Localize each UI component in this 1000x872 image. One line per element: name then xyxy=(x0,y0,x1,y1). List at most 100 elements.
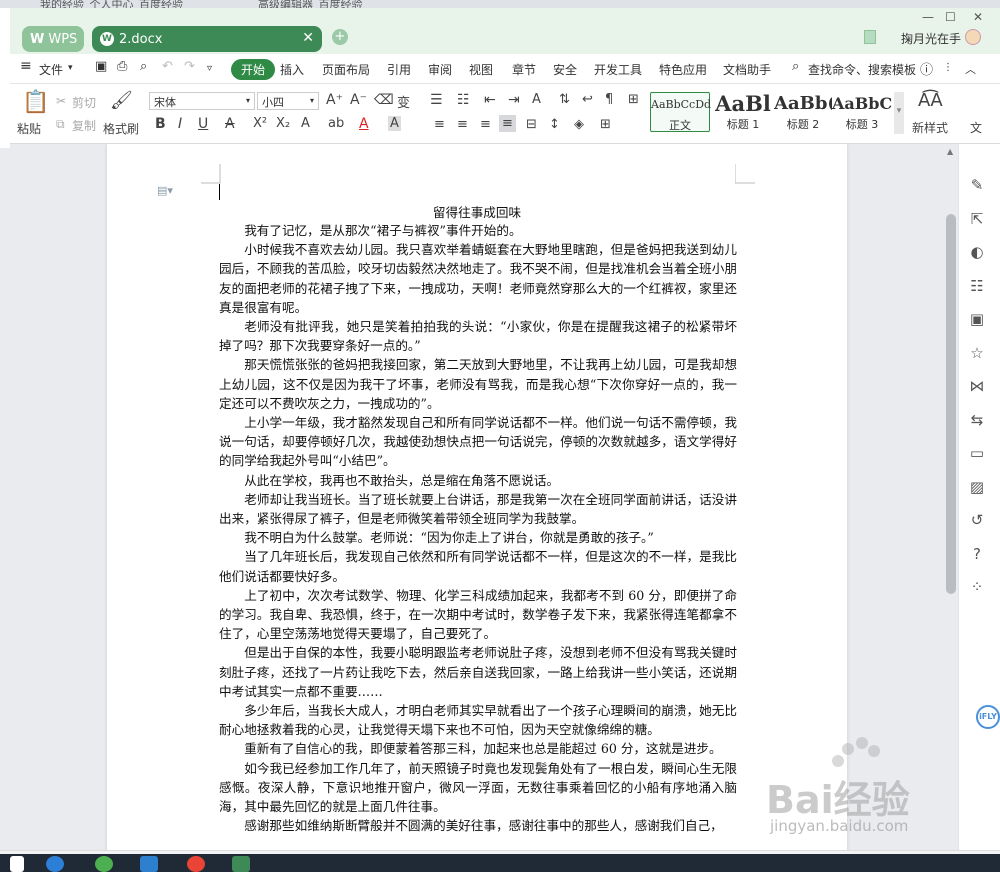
paragraph-mark-icon[interactable]: ¶ xyxy=(605,92,613,107)
outdent-icon[interactable]: ⇤ xyxy=(484,92,496,108)
close-tab-icon[interactable]: ✕ xyxy=(302,30,314,46)
star-icon[interactable]: ☆ xyxy=(967,344,987,364)
shading-icon[interactable]: ◈ xyxy=(574,117,584,132)
styles-scroll-icon[interactable]: ▾ xyxy=(894,92,904,134)
align-right-icon[interactable]: ≡ xyxy=(480,117,491,132)
more-icon[interactable]: ⋮ xyxy=(943,62,953,73)
italic-icon[interactable]: I xyxy=(178,116,182,132)
text-effect-icon[interactable]: A xyxy=(301,116,310,131)
help-icon[interactable]: ⓘ xyxy=(920,59,933,78)
bullets-icon[interactable]: ☰ xyxy=(430,92,443,108)
file-menu[interactable]: 文件 xyxy=(39,61,63,78)
wps-taskbar-icon[interactable] xyxy=(232,856,250,872)
menu-tab-developer[interactable]: 开发工具 xyxy=(594,61,642,78)
strikethrough-icon[interactable]: A xyxy=(225,116,235,132)
avatar[interactable] xyxy=(965,29,981,45)
menu-tab-references[interactable]: 引用 xyxy=(387,61,411,78)
ifly-badge[interactable]: iFLY xyxy=(976,705,1000,729)
cut-icon[interactable]: ✂ xyxy=(56,94,66,108)
style-normal[interactable]: AaBbCcDd 正文 xyxy=(650,92,711,132)
align-center-icon[interactable]: ≡ xyxy=(457,117,468,132)
chinese-layout-icon[interactable]: A xyxy=(532,92,541,107)
menu-tab-doc-assistant[interactable]: 文档助手 xyxy=(723,61,771,78)
quick-access-dropdown-icon[interactable]: ▿ xyxy=(207,63,212,74)
paragraph-handle-icon[interactable]: ▤▾ xyxy=(157,184,173,197)
help-icon[interactable]: ? xyxy=(967,545,987,565)
cut-button[interactable]: 剪切 xyxy=(72,94,96,111)
scroll-up-icon[interactable]: ▲ xyxy=(947,147,953,156)
style-heading-2[interactable]: AaBb( 标题 2 xyxy=(774,92,832,132)
table-tools-icon[interactable]: ⊞ xyxy=(628,92,639,107)
show-marks-icon[interactable]: ↩ xyxy=(582,92,593,107)
font-name-select[interactable]: 宋体 ▾ xyxy=(149,92,255,110)
menu-tab-insert[interactable]: 插入 xyxy=(280,61,304,78)
numbering-icon[interactable]: ☷ xyxy=(457,92,470,108)
new-style-icon[interactable]: A͡A xyxy=(918,90,943,111)
sort-icon[interactable]: ⇅ xyxy=(559,92,570,107)
copy-doc-icon[interactable]: ⧉ xyxy=(56,117,65,132)
history-icon[interactable]: ↺ xyxy=(967,511,987,531)
font-size-select[interactable]: 小四 ▾ xyxy=(257,92,319,110)
pointer-icon[interactable]: ⇱ xyxy=(967,210,987,230)
maximize-window-button[interactable]: ☐ xyxy=(945,10,956,24)
shapes-icon[interactable]: ◐ xyxy=(967,243,987,263)
user-name[interactable]: 掬月光在手 xyxy=(901,30,961,47)
underline-icon[interactable]: U xyxy=(198,116,208,132)
chevron-down-icon[interactable]: ▾ xyxy=(68,63,73,73)
format-painter-button[interactable]: 格式刷 xyxy=(103,120,139,137)
menu-tab-security[interactable]: 安全 xyxy=(553,61,577,78)
image-gallery-icon[interactable]: ▣ xyxy=(967,310,987,330)
document-tab[interactable]: W 2.docx ✕ xyxy=(92,26,322,52)
share-icon[interactable]: ⋈ xyxy=(967,377,987,397)
browser-tab-2[interactable]: 高级编辑器_百度经验 xyxy=(258,0,363,8)
bold-icon[interactable]: B xyxy=(155,116,166,132)
menu-tab-review[interactable]: 审阅 xyxy=(428,61,452,78)
new-style-button[interactable]: 新样式 xyxy=(912,119,948,136)
pen-icon[interactable]: ✎ xyxy=(967,176,987,196)
browser-360-icon[interactable] xyxy=(95,856,113,872)
print-icon[interactable]: ⎙ xyxy=(117,59,127,74)
menu-tab-home[interactable]: 开始 xyxy=(231,59,276,80)
menu-tab-features[interactable]: 特色应用 xyxy=(659,61,707,78)
borders-icon[interactable]: ⊞ xyxy=(600,117,611,132)
browser-icon[interactable] xyxy=(46,856,64,872)
add-tab-button[interactable]: + xyxy=(332,29,348,45)
archive-icon[interactable]: ▭ xyxy=(967,444,987,464)
more-ribbon-label[interactable]: 文 xyxy=(970,119,982,136)
phonetic-icon[interactable]: 变 xyxy=(397,92,410,111)
justify-icon[interactable]: ≡ xyxy=(499,115,516,132)
hamburger-icon[interactable]: ≡ xyxy=(20,58,32,74)
apps-icon[interactable]: ⁘ xyxy=(967,578,987,598)
paste-icon[interactable]: 📋 xyxy=(22,90,49,115)
store-icon[interactable] xyxy=(140,856,158,872)
menu-tab-view[interactable]: 视图 xyxy=(469,61,493,78)
style-heading-1[interactable]: AaBl 标题 1 xyxy=(712,92,774,132)
minimize-window-button[interactable]: — xyxy=(922,10,934,24)
distribute-icon[interactable]: ⊟ xyxy=(526,117,537,132)
style-heading-3[interactable]: AaBbC 标题 3 xyxy=(832,92,892,132)
adjust-icon[interactable]: ☷ xyxy=(967,277,987,297)
command-search-input[interactable]: 查找命令、搜索模板 xyxy=(808,61,916,78)
format-painter-icon[interactable]: 🖌 xyxy=(110,90,133,111)
search-icon[interactable]: ⌕ xyxy=(792,59,799,74)
char-shading-icon[interactable]: A xyxy=(388,116,401,131)
indent-icon[interactable]: ⇥ xyxy=(508,92,520,108)
line-spacing-icon[interactable]: ↕ xyxy=(549,117,560,132)
align-left-icon[interactable]: ≡ xyxy=(434,117,445,132)
grow-font-icon[interactable]: A⁺ xyxy=(326,92,343,108)
superscript-icon[interactable]: X² xyxy=(253,116,267,131)
clear-format-icon[interactable]: ⌫ xyxy=(374,92,394,108)
menu-tab-chapter[interactable]: 章节 xyxy=(512,61,536,78)
copy-button[interactable]: 复制 xyxy=(72,117,96,134)
undo-icon[interactable]: ↶ xyxy=(162,59,173,74)
chrome-icon[interactable] xyxy=(187,856,205,872)
highlight-icon[interactable]: ab xyxy=(328,116,344,131)
document-page[interactable]: ▤▾ 留得往事成回味 我有了记忆，是从那次“裙子与裤衩”事件开始的。 小时候我不喜… xyxy=(107,144,847,850)
subscript-icon[interactable]: X₂ xyxy=(276,116,290,131)
print-preview-icon[interactable]: ⌕ xyxy=(140,59,147,74)
scrollbar-thumb[interactable] xyxy=(946,214,956,594)
picture-icon[interactable]: ▨ xyxy=(967,478,987,498)
wps-home-tab[interactable]: W WPS xyxy=(22,26,84,52)
collapse-ribbon-icon[interactable]: ︿ xyxy=(965,61,976,77)
paste-button[interactable]: 粘贴 xyxy=(17,120,41,137)
